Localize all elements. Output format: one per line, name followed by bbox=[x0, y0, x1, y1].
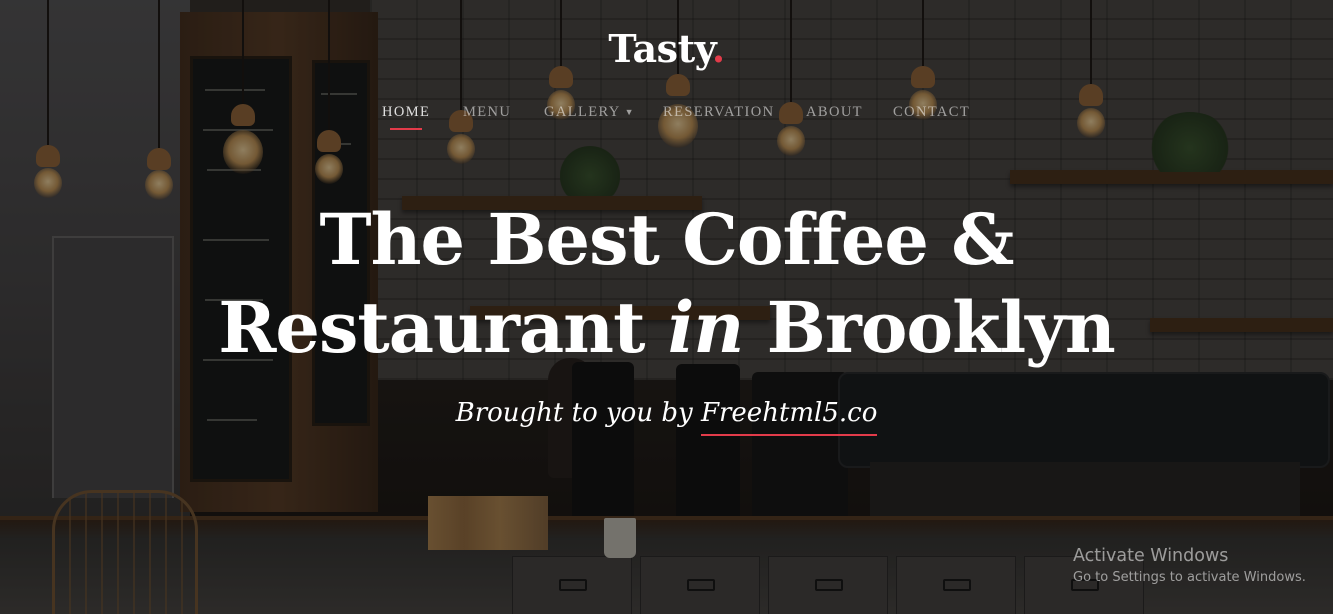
headline-word: Restaurant bbox=[218, 286, 645, 369]
nav-item-reservation[interactable]: RESERVATION bbox=[663, 104, 774, 121]
nav-item-label: MENU bbox=[463, 104, 512, 120]
nav-item-label: RESERVATION bbox=[663, 104, 775, 120]
activate-windows-watermark: Activate Windows Go to Settings to activ… bbox=[1073, 546, 1306, 585]
nav-item-label: ABOUT bbox=[806, 104, 863, 120]
chevron-down-icon: ▼ bbox=[624, 107, 635, 117]
headline-line-2: Restaurant in Brooklyn bbox=[0, 284, 1333, 372]
watermark-subtitle: Go to Settings to activate Windows. bbox=[1073, 570, 1306, 585]
nav-item-menu[interactable]: MENU bbox=[463, 104, 511, 121]
link-underline bbox=[700, 434, 878, 436]
logo-dot: . bbox=[711, 26, 725, 71]
nav-item-label: HOME bbox=[382, 104, 431, 120]
nav-item-about[interactable]: ABOUT bbox=[806, 104, 863, 121]
site-logo[interactable]: Tasty. bbox=[0, 26, 1333, 71]
nav-item-gallery[interactable]: GALLERY ▼ bbox=[544, 104, 635, 121]
headline-italic-word: in bbox=[667, 286, 744, 369]
logo-text: Tasty bbox=[608, 26, 712, 71]
active-underline bbox=[390, 128, 423, 130]
freehtml5-link[interactable]: Freehtml5.co bbox=[700, 398, 878, 436]
link-text: Freehtml5.co bbox=[700, 398, 878, 428]
hero-tagline: Brought to you by Freehtml5.co bbox=[0, 398, 1333, 436]
headline-word: Brooklyn bbox=[766, 286, 1116, 369]
headline-line-1: The Best Coffee & bbox=[319, 198, 1015, 281]
nav-item-label: CONTACT bbox=[893, 104, 971, 120]
tagline-prefix: Brought to you by bbox=[455, 398, 693, 428]
nav-item-label: GALLERY bbox=[544, 104, 621, 120]
nav-item-contact[interactable]: CONTACT bbox=[893, 104, 970, 121]
hero-headline: The Best Coffee & Restaurant in Brooklyn bbox=[0, 196, 1333, 372]
watermark-title: Activate Windows bbox=[1073, 546, 1229, 566]
nav-item-home[interactable]: HOME bbox=[382, 104, 431, 130]
